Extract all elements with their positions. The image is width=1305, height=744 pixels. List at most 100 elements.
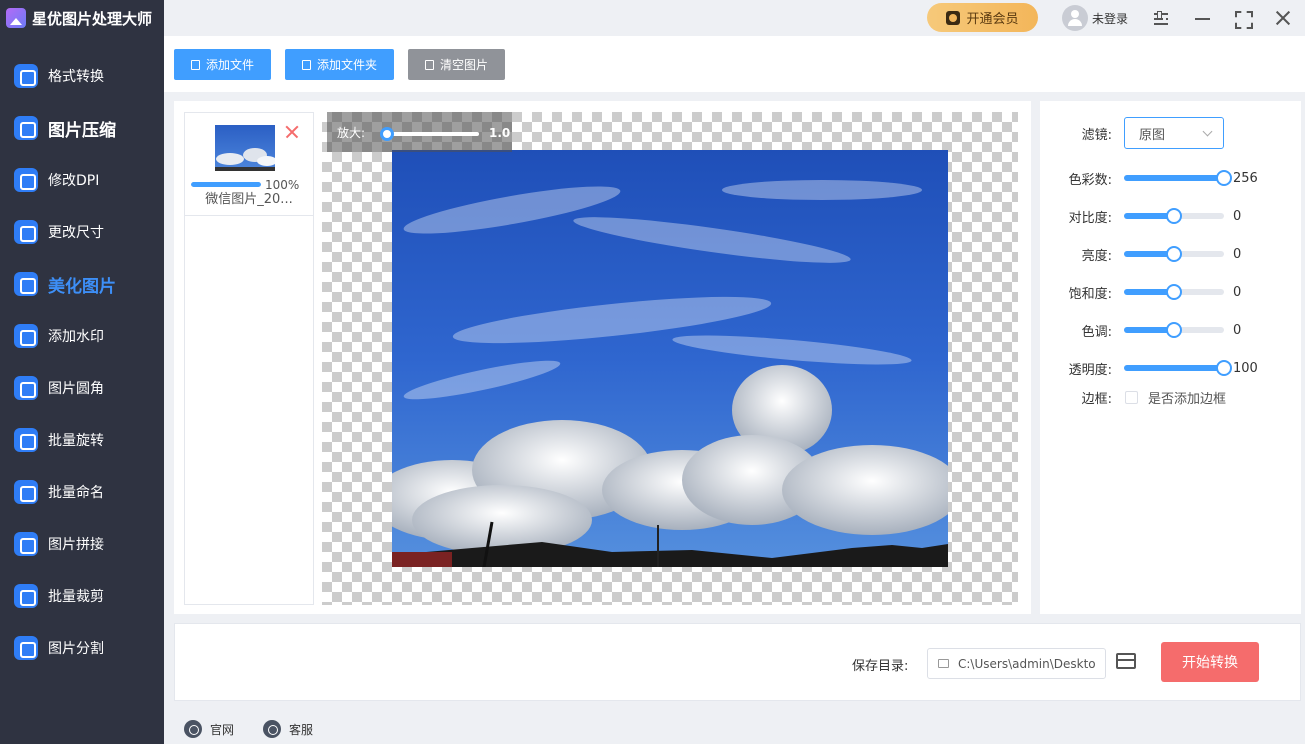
- maximize-icon[interactable]: [1232, 8, 1252, 28]
- zoom-label: 放大:: [337, 125, 366, 140]
- zoom-bar: 放大: 1.0: [327, 112, 512, 152]
- round-corner-icon: [14, 376, 38, 400]
- support-link[interactable]: 客服: [263, 720, 313, 738]
- border-checkbox-label: 是否添加边框: [1148, 391, 1227, 407]
- dpi-icon: [14, 168, 38, 192]
- slider-thumb[interactable]: [1216, 360, 1232, 376]
- file-thumbnail[interactable]: [215, 125, 275, 171]
- sidebar-item-label: 修改DPI: [48, 173, 100, 189]
- website-label: 官网: [210, 722, 235, 737]
- slider-row: 透明度: 100: [1040, 357, 1301, 379]
- sidebar-item-split[interactable]: 图片分割: [0, 628, 164, 668]
- sidebar-item-rename[interactable]: 批量命名: [0, 472, 164, 512]
- settings-icon[interactable]: [1151, 8, 1171, 28]
- slider-thumb[interactable]: [1166, 246, 1182, 262]
- title-bar: 开通会员 未登录: [164, 0, 1305, 36]
- slider-track[interactable]: [1124, 360, 1232, 376]
- slider-row: 饱和度: 0: [1040, 281, 1301, 303]
- add-folder-button[interactable]: 添加文件夹: [285, 49, 394, 80]
- save-dir-label: 保存目录:: [852, 659, 909, 674]
- slider-thumb[interactable]: [1166, 208, 1182, 224]
- sidebar-item-dpi[interactable]: 修改DPI: [0, 160, 164, 200]
- website-link[interactable]: 官网: [184, 720, 234, 738]
- stitch-icon: [14, 532, 38, 556]
- rotate-icon: [14, 428, 38, 452]
- slider-track[interactable]: [1124, 322, 1224, 338]
- progress-fill: [191, 182, 261, 187]
- slider-thumb[interactable]: [1166, 322, 1182, 338]
- slider-value: 0: [1233, 208, 1242, 224]
- slider-row: 色调: 0: [1040, 319, 1301, 341]
- add-file-button[interactable]: 添加文件: [174, 49, 271, 80]
- ie-icon: [184, 720, 202, 738]
- app-logo-icon: [6, 8, 26, 28]
- slider-label: 色调:: [1081, 324, 1112, 340]
- trash-icon: [424, 59, 434, 70]
- slider-thumb[interactable]: [1166, 284, 1182, 300]
- start-convert-button[interactable]: 开始转换: [1161, 642, 1259, 682]
- avatar: [1062, 5, 1088, 31]
- footer: 官网 客服: [164, 712, 1305, 744]
- filter-value: 原图: [1139, 127, 1166, 143]
- filter-label: 滤镜:: [1081, 127, 1112, 143]
- progress-bar: [191, 182, 261, 187]
- slider-row: 亮度: 0: [1040, 243, 1301, 265]
- save-dir-input[interactable]: C:\Users\admin\Deskto: [927, 648, 1106, 679]
- slider-fill: [1124, 365, 1224, 371]
- open-folder-icon[interactable]: [1116, 653, 1136, 669]
- sidebar-item-label: 添加水印: [48, 329, 104, 345]
- slider-row: 对比度: 0: [1040, 205, 1301, 227]
- user-login[interactable]: 未登录: [1062, 5, 1128, 31]
- border-checkbox[interactable]: [1125, 390, 1138, 404]
- slider-value: 100: [1233, 360, 1258, 376]
- sidebar-item-label: 格式转换: [48, 69, 104, 85]
- minimize-icon[interactable]: [1192, 8, 1212, 28]
- sidebar-item-watermark[interactable]: 添加水印: [0, 316, 164, 356]
- file-list: 100% 微信图片_20...: [184, 112, 314, 605]
- format-convert-icon: [14, 64, 38, 88]
- sidebar: 星优图片处理大师 格式转换 图片压缩 修改DPI 更改尺寸 美化图片 添加水印 …: [0, 0, 164, 744]
- slider-label: 亮度:: [1081, 248, 1112, 264]
- sidebar-item-format-convert[interactable]: 格式转换: [0, 56, 164, 96]
- beautify-icon: [14, 272, 38, 296]
- sidebar-item-round-corner[interactable]: 图片圆角: [0, 368, 164, 408]
- add-file-label: 添加文件: [205, 58, 254, 72]
- sidebar-item-compress[interactable]: 图片压缩: [0, 108, 164, 148]
- sidebar-item-label: 批量命名: [48, 485, 104, 501]
- sidebar-item-resize[interactable]: 更改尺寸: [0, 212, 164, 252]
- slider-fill: [1124, 175, 1224, 181]
- remove-file-icon[interactable]: [285, 125, 299, 139]
- sidebar-item-label: 批量旋转: [48, 433, 104, 449]
- slider-row: 色彩数: 256: [1040, 167, 1301, 189]
- slider-thumb[interactable]: [1216, 170, 1232, 186]
- filter-select[interactable]: 原图: [1124, 117, 1224, 149]
- close-icon[interactable]: [1273, 8, 1293, 28]
- slider-track[interactable]: [1124, 284, 1224, 300]
- slider-track[interactable]: [1124, 208, 1224, 224]
- folder-icon: [301, 59, 311, 70]
- border-label: 边框:: [1081, 391, 1112, 407]
- sidebar-item-stitch[interactable]: 图片拼接: [0, 524, 164, 564]
- slider-label: 饱和度:: [1068, 286, 1112, 302]
- slider-track[interactable]: [1124, 170, 1232, 186]
- zoom-slider-thumb[interactable]: [380, 127, 394, 141]
- add-folder-label: 添加文件夹: [316, 58, 377, 72]
- support-label: 客服: [289, 722, 314, 737]
- chat-icon: [263, 720, 281, 738]
- slider-label: 透明度:: [1068, 362, 1112, 378]
- image-preview: 放大: 1.0: [322, 112, 1018, 605]
- slider-value: 0: [1233, 246, 1242, 262]
- sidebar-item-crop[interactable]: 批量裁剪: [0, 576, 164, 616]
- clear-images-button[interactable]: 清空图片: [408, 49, 505, 80]
- slider-value: 0: [1233, 322, 1242, 338]
- slider-value: 0: [1233, 284, 1242, 300]
- settings-panel: 滤镜: 原图 色彩数: 256 对比度: 0 亮度: 0 饱和度: 0 色调: 0 透明度: 100 …: [1040, 101, 1301, 614]
- vip-button[interactable]: 开通会员: [927, 3, 1038, 32]
- slider-track[interactable]: [1124, 246, 1224, 262]
- sidebar-item-beautify[interactable]: 美化图片: [0, 264, 164, 304]
- folder-icon: [938, 659, 949, 668]
- vip-label: 开通会员: [966, 12, 1019, 27]
- zoom-slider[interactable]: [387, 132, 479, 136]
- toolbar: 添加文件 添加文件夹 清空图片: [164, 36, 1305, 92]
- sidebar-item-rotate[interactable]: 批量旋转: [0, 420, 164, 460]
